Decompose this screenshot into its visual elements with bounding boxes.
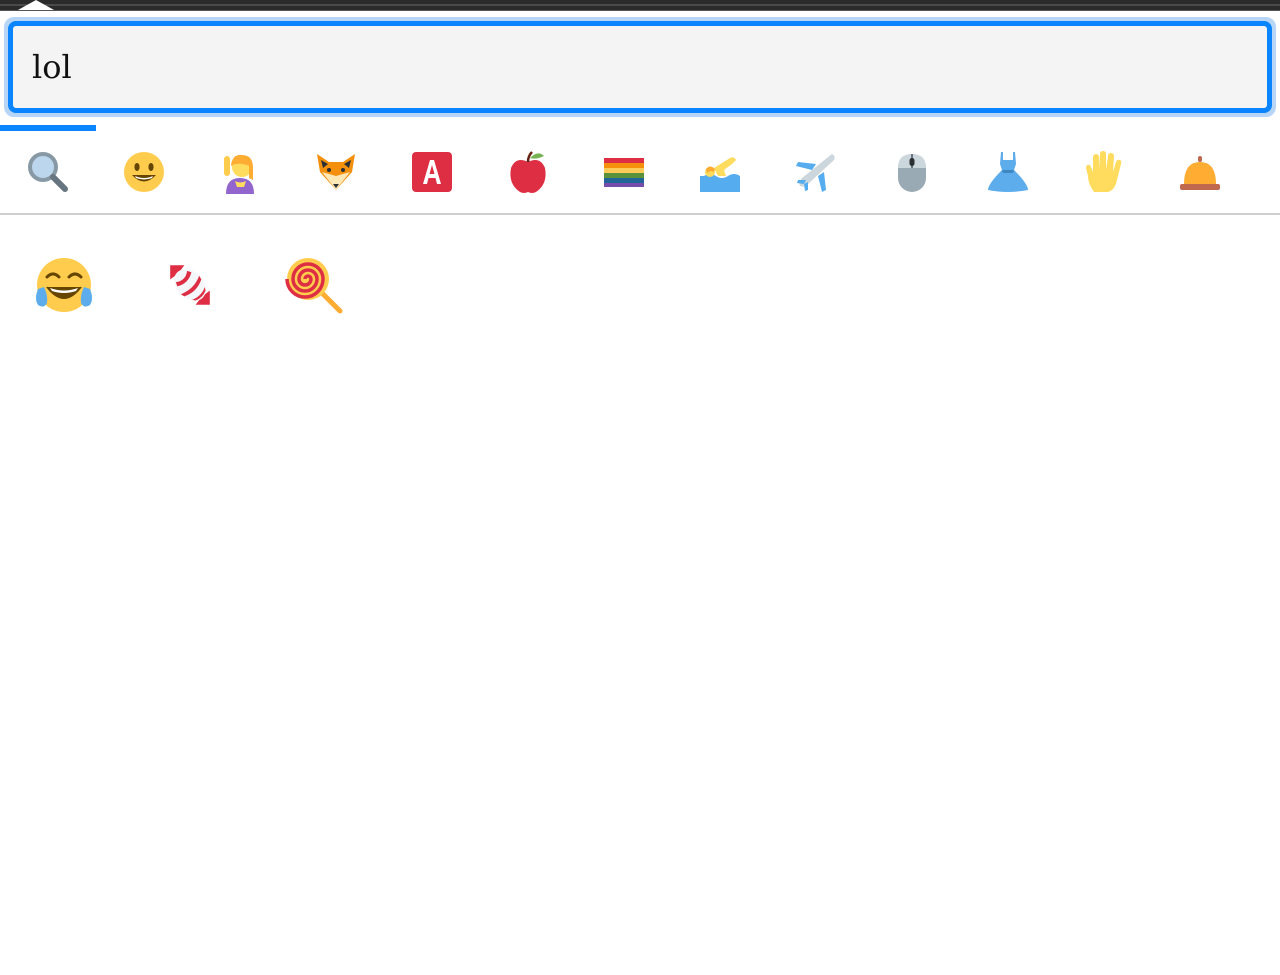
category-travel[interactable] (768, 131, 864, 213)
search-icon (28, 152, 68, 192)
category-animals[interactable] (288, 131, 384, 213)
search-focus-ring (4, 17, 1276, 117)
category-symbols[interactable] (384, 131, 480, 213)
activities-icon (700, 157, 740, 192)
top-bar-stripe (0, 4, 1280, 6)
lollipop-emoji (285, 258, 343, 314)
animals-icon (317, 154, 355, 190)
objects-icon (898, 154, 926, 192)
people-icon (224, 154, 254, 194)
window-top-bar (0, 0, 1280, 11)
category-bell[interactable] (1152, 131, 1248, 213)
search-input[interactable] (13, 26, 1267, 108)
symbols-icon (412, 152, 452, 192)
result-face-with-tears-of-joy[interactable] (19, 240, 109, 330)
bell-icon (1180, 156, 1220, 190)
category-smileys[interactable] (96, 131, 192, 213)
category-objects[interactable] (864, 131, 960, 213)
category-bar (0, 131, 1280, 215)
popup-caret (18, 0, 54, 10)
gestures-icon (1086, 151, 1122, 192)
flags-icon (604, 158, 644, 187)
category-clothing[interactable] (960, 131, 1056, 213)
clothing-icon (988, 152, 1028, 192)
category-people[interactable] (192, 131, 288, 213)
category-gestures[interactable] (1056, 131, 1152, 213)
category-flags[interactable] (576, 131, 672, 213)
candy-emoji (170, 265, 210, 305)
food-icon (510, 151, 546, 193)
category-food[interactable] (480, 131, 576, 213)
emoji-results (0, 240, 1280, 330)
search-box[interactable] (8, 21, 1272, 113)
result-lollipop[interactable] (269, 240, 359, 330)
category-activities[interactable] (672, 131, 768, 213)
face-with-tears-of-joy-emoji (36, 258, 92, 312)
smileys-icon (124, 152, 164, 192)
travel-icon (796, 154, 835, 192)
category-search[interactable] (0, 131, 96, 213)
result-candy[interactable] (145, 240, 235, 330)
